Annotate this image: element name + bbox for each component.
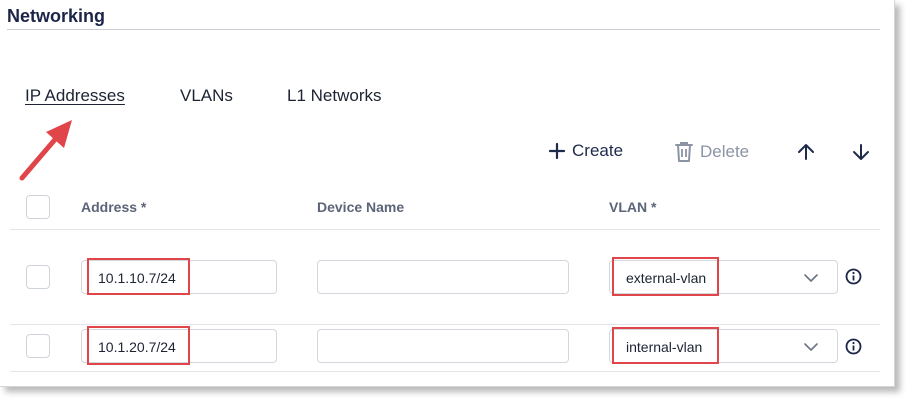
info-icon[interactable] [845,268,862,290]
address-field[interactable]: 10.1.20.7/24 [81,329,277,363]
device-name-field[interactable] [317,329,569,363]
plus-icon [548,142,566,160]
column-header-vlan: VLAN * [609,199,657,215]
vlan-value: internal-vlan [626,339,703,355]
device-name-field[interactable] [317,260,569,294]
vlan-select[interactable]: external-vlan [609,260,838,294]
move-down-button[interactable] [851,142,871,167]
tab-l1-networks[interactable]: L1 Networks [287,86,381,106]
annotation-arrow-icon [19,120,72,181]
section-title: Networking [7,6,106,26]
row-checkbox[interactable] [26,265,50,289]
arrow-up-icon [796,142,816,167]
row-divider [10,371,880,372]
move-up-button[interactable] [796,142,816,167]
networking-panel: Networking IP Addresses VLANs L1 Network… [0,0,895,387]
chevron-down-icon [803,340,819,357]
delete-button[interactable]: Delete [674,141,749,163]
arrow-down-icon [851,142,871,167]
create-label: Create [572,141,624,160]
address-field[interactable]: 10.1.10.7/24 [81,260,277,294]
row-divider [10,324,880,325]
vlan-select[interactable]: internal-vlan [609,329,838,363]
title-divider [7,29,880,30]
create-button[interactable]: Create [548,141,623,161]
header-divider [10,229,880,230]
tab-ip-addresses[interactable]: IP Addresses [25,86,125,106]
info-icon[interactable] [845,338,862,360]
delete-label: Delete [700,142,750,161]
address-value: 10.1.10.7/24 [98,270,176,286]
vlan-value: external-vlan [626,270,707,286]
address-value: 10.1.20.7/24 [98,339,176,355]
column-header-device-name: Device Name [317,199,405,215]
row-checkbox[interactable] [26,334,50,358]
column-header-address: Address * [81,199,147,215]
chevron-down-icon [803,271,819,288]
tab-vlans[interactable]: VLANs [180,86,233,106]
select-all-checkbox[interactable] [26,195,50,219]
trash-icon [674,141,694,163]
